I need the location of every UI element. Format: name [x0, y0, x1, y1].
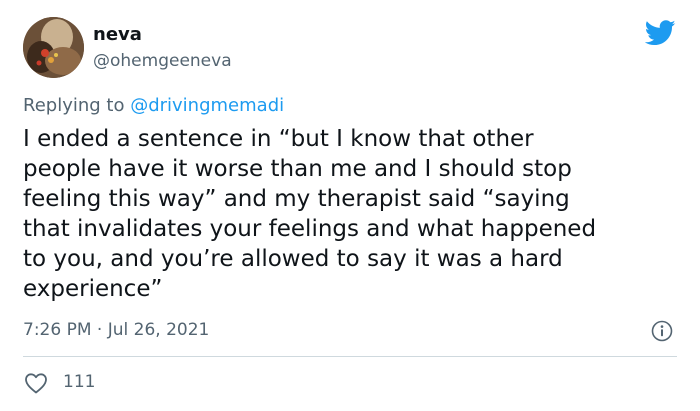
avatar[interactable] — [23, 17, 84, 78]
avatar-image — [23, 17, 84, 78]
display-name[interactable]: neva — [93, 24, 142, 45]
divider — [23, 356, 677, 357]
replying-to-prefix: Replying to — [23, 95, 131, 116]
tweet-timestamp[interactable]: 7:26 PM · Jul 26, 2021 — [23, 320, 209, 340]
replying-to: Replying to @drivingmemadi — [23, 95, 284, 116]
heart-icon[interactable] — [24, 372, 48, 394]
twitter-bird-icon[interactable] — [645, 20, 676, 46]
tweet-text: I ended a sentence in “but I know that o… — [23, 126, 597, 302]
info-icon[interactable] — [651, 320, 673, 342]
like-count[interactable]: 111 — [63, 372, 95, 392]
tweet-card: neva @ohemgeeneva Replying to @drivingme… — [0, 0, 700, 411]
reply-mention-link[interactable]: @drivingmemadi — [130, 95, 284, 116]
user-handle[interactable]: @ohemgeeneva — [93, 51, 232, 71]
